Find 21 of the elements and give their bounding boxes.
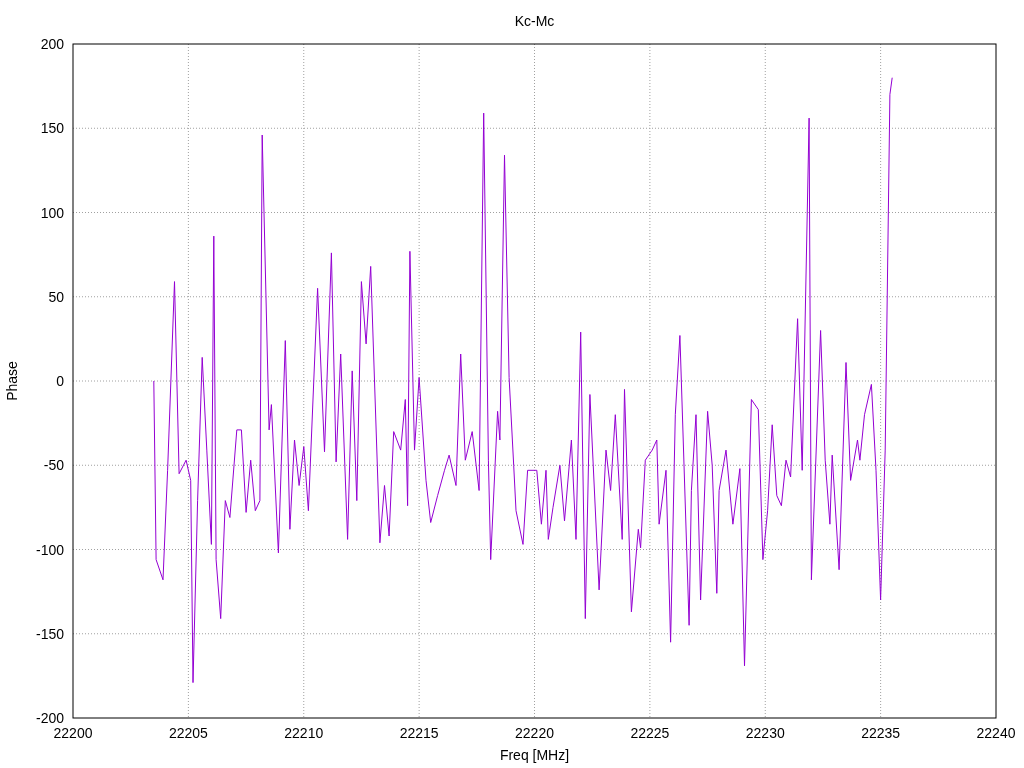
y-tick-label: 100 <box>40 204 64 221</box>
y-tick-label: -50 <box>43 457 64 474</box>
y-tick-label: -150 <box>35 625 64 642</box>
x-tick-label: 22210 <box>284 725 324 741</box>
y-axis-label: Phase <box>4 361 20 401</box>
x-tick-label: 22225 <box>630 725 670 741</box>
y-tick-label: 150 <box>40 120 64 137</box>
y-tick-label: 200 <box>40 36 64 52</box>
x-tick-label: 22200 <box>53 725 93 741</box>
x-tick-label: 22215 <box>399 725 439 741</box>
y-tick-label: 0 <box>56 373 64 389</box>
x-tick-label: 22220 <box>515 725 554 741</box>
y-tick-label: -200 <box>35 710 64 726</box>
x-tick-label: 22230 <box>745 725 785 741</box>
x-axis-label: Freq [MHz] <box>499 747 570 763</box>
y-tick-label: 50 <box>48 288 64 305</box>
y-tick-label: -100 <box>35 541 64 558</box>
x-tick-label: 22205 <box>168 725 208 741</box>
x-tick-label: 22235 <box>861 725 901 741</box>
chart-title: Kc-Mc <box>514 13 555 29</box>
x-tick-label: 22240 <box>976 725 1016 741</box>
